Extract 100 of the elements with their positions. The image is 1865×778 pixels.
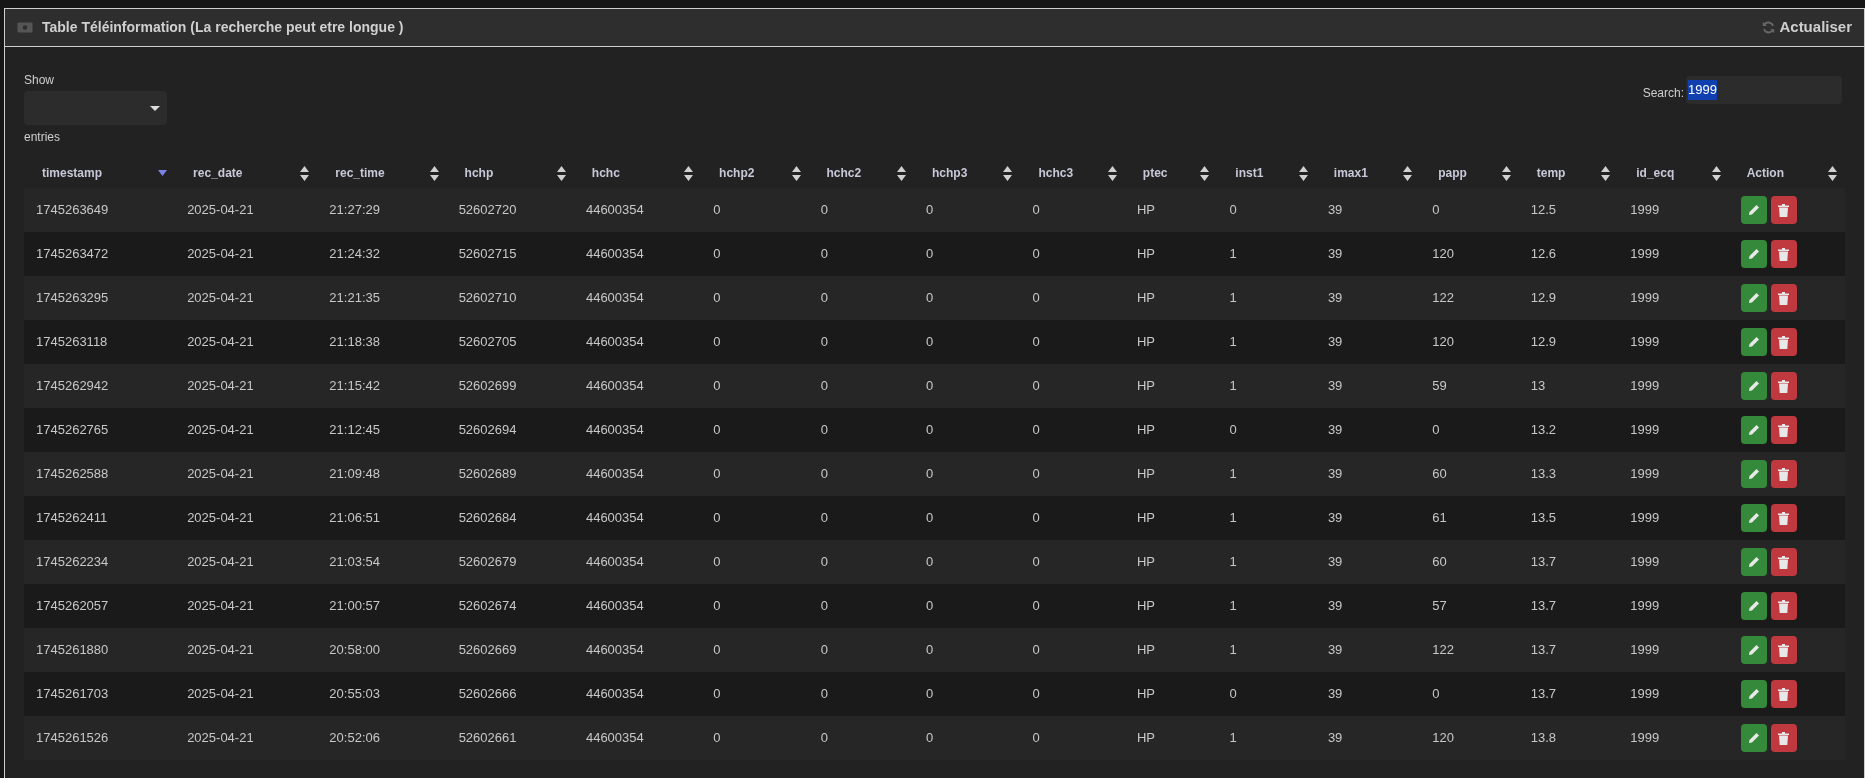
table-cell-text: 0: [925, 465, 935, 484]
delete-button[interactable]: [1770, 284, 1797, 312]
delete-button[interactable]: [1770, 504, 1797, 532]
column-header[interactable]: inst1: [1217, 158, 1316, 188]
table-cell-text: HP: [1135, 333, 1156, 352]
table-cell-text: 44600354: [584, 377, 645, 396]
table-cell-text: 1745263295: [35, 289, 110, 308]
table-cell-text: 1745263649: [35, 201, 110, 220]
column-header[interactable]: rec_time: [317, 158, 447, 188]
pencil-icon: [1747, 468, 1760, 480]
table-cell-text: 39: [1326, 465, 1344, 484]
table-cell-text: 1999: [1629, 201, 1661, 220]
table-cell-text: 1999: [1629, 377, 1661, 396]
table-cell-text: 0: [1228, 685, 1238, 704]
edit-button[interactable]: [1740, 504, 1767, 532]
table-cell-text: 0: [819, 729, 829, 748]
table-cell-text: HP: [1135, 509, 1156, 528]
delete-button[interactable]: [1770, 724, 1797, 752]
column-header[interactable]: id_ecq: [1618, 158, 1729, 188]
table-cell-text: 0: [1431, 421, 1441, 440]
table-cell-text: 61: [1431, 509, 1448, 528]
sort-icon: [1107, 165, 1117, 181]
table-cell-text: 1: [1228, 729, 1238, 748]
edit-button[interactable]: [1740, 372, 1767, 400]
table-cell-text: 0: [925, 333, 935, 352]
delete-button[interactable]: [1770, 460, 1797, 488]
search-label: Search:: [1642, 85, 1684, 102]
refresh-button[interactable]: Actualiser: [1762, 16, 1852, 39]
table-cell-text: 1999: [1629, 729, 1661, 748]
column-header[interactable]: Action: [1728, 158, 1845, 188]
edit-button[interactable]: [1740, 196, 1767, 224]
table-cell-text: 1999: [1629, 289, 1661, 308]
column-header[interactable]: imax1: [1315, 158, 1421, 188]
delete-button[interactable]: [1770, 416, 1797, 444]
delete-button[interactable]: [1770, 680, 1797, 708]
edit-button[interactable]: [1740, 240, 1767, 268]
table-cell-text: 0: [819, 333, 829, 352]
edit-button[interactable]: [1740, 680, 1767, 708]
table-cell-text: HP: [1135, 641, 1156, 660]
column-header[interactable]: hchp3: [913, 158, 1021, 188]
trash-icon: [1778, 511, 1790, 525]
delete-button[interactable]: [1770, 240, 1797, 268]
sort-icon: [1003, 165, 1013, 181]
column-header[interactable]: hchc2: [808, 158, 914, 188]
delete-button[interactable]: [1770, 636, 1797, 664]
table-cell-text: 52602689: [457, 465, 518, 484]
edit-button[interactable]: [1740, 636, 1767, 664]
edit-button[interactable]: [1740, 592, 1767, 620]
column-header[interactable]: timestamp: [24, 158, 176, 188]
table-cell-text: 13.7: [1529, 641, 1558, 660]
column-header[interactable]: ptec: [1124, 158, 1218, 188]
table-cell-text: 44600354: [584, 685, 645, 704]
edit-button[interactable]: [1740, 328, 1767, 356]
table-cell-text: 1: [1228, 465, 1238, 484]
column-header[interactable]: rec_date: [175, 158, 318, 188]
table-cell-text: 1: [1228, 377, 1238, 396]
pencil-icon: [1747, 248, 1760, 260]
table-cell-text: 13.8: [1529, 729, 1558, 748]
table-cell-text: HP: [1135, 685, 1156, 704]
table-cell-text: 2025-04-21: [186, 685, 255, 704]
edit-button[interactable]: [1740, 416, 1767, 444]
delete-button[interactable]: [1770, 548, 1797, 576]
table-cell-text: 0: [819, 377, 829, 396]
pencil-icon: [1747, 512, 1760, 524]
table-cell-text: 0: [925, 245, 935, 264]
edit-button[interactable]: [1740, 548, 1767, 576]
edit-button[interactable]: [1740, 724, 1767, 752]
delete-button[interactable]: [1770, 592, 1797, 620]
table-cell-text: 1999: [1629, 333, 1661, 352]
trash-icon: [1778, 687, 1790, 701]
table-cell-text: 12.9: [1529, 289, 1558, 308]
column-header[interactable]: hchc3: [1020, 158, 1125, 188]
table-cell-text: 39: [1326, 289, 1344, 308]
column-header[interactable]: papp: [1420, 158, 1519, 188]
table-cell-text: 21:12:45: [328, 421, 381, 440]
table-cell-text: 0: [925, 641, 935, 660]
table-cell-text: 39: [1326, 641, 1344, 660]
table-cell-text: 39: [1326, 245, 1344, 264]
edit-button[interactable]: [1740, 460, 1767, 488]
column-header[interactable]: hchp2: [701, 158, 809, 188]
delete-button[interactable]: [1770, 196, 1797, 224]
delete-button[interactable]: [1770, 328, 1797, 356]
table-cell-text: 39: [1326, 553, 1344, 572]
table-cell-text: 1745262234: [35, 553, 110, 572]
sort-icon: [896, 165, 906, 181]
table-cell-text: 21:15:42: [328, 377, 381, 396]
table-cell-text: 1: [1228, 641, 1238, 660]
column-header[interactable]: temp: [1518, 158, 1619, 188]
edit-button[interactable]: [1740, 284, 1767, 312]
table-cell-text: 0: [925, 553, 935, 572]
table-cell-text: 13.7: [1529, 553, 1558, 572]
table-cell-text: 0: [819, 553, 829, 572]
trash-icon: [1778, 555, 1790, 569]
search-field[interactable]: 1999: [1686, 76, 1842, 104]
column-header[interactable]: hchc: [573, 158, 702, 188]
delete-button[interactable]: [1770, 372, 1797, 400]
table-cell-text: 13.5: [1529, 509, 1558, 528]
sort-icon: [1501, 165, 1511, 181]
table-cell-text: 0: [1228, 421, 1238, 440]
column-header[interactable]: hchp: [446, 158, 574, 188]
